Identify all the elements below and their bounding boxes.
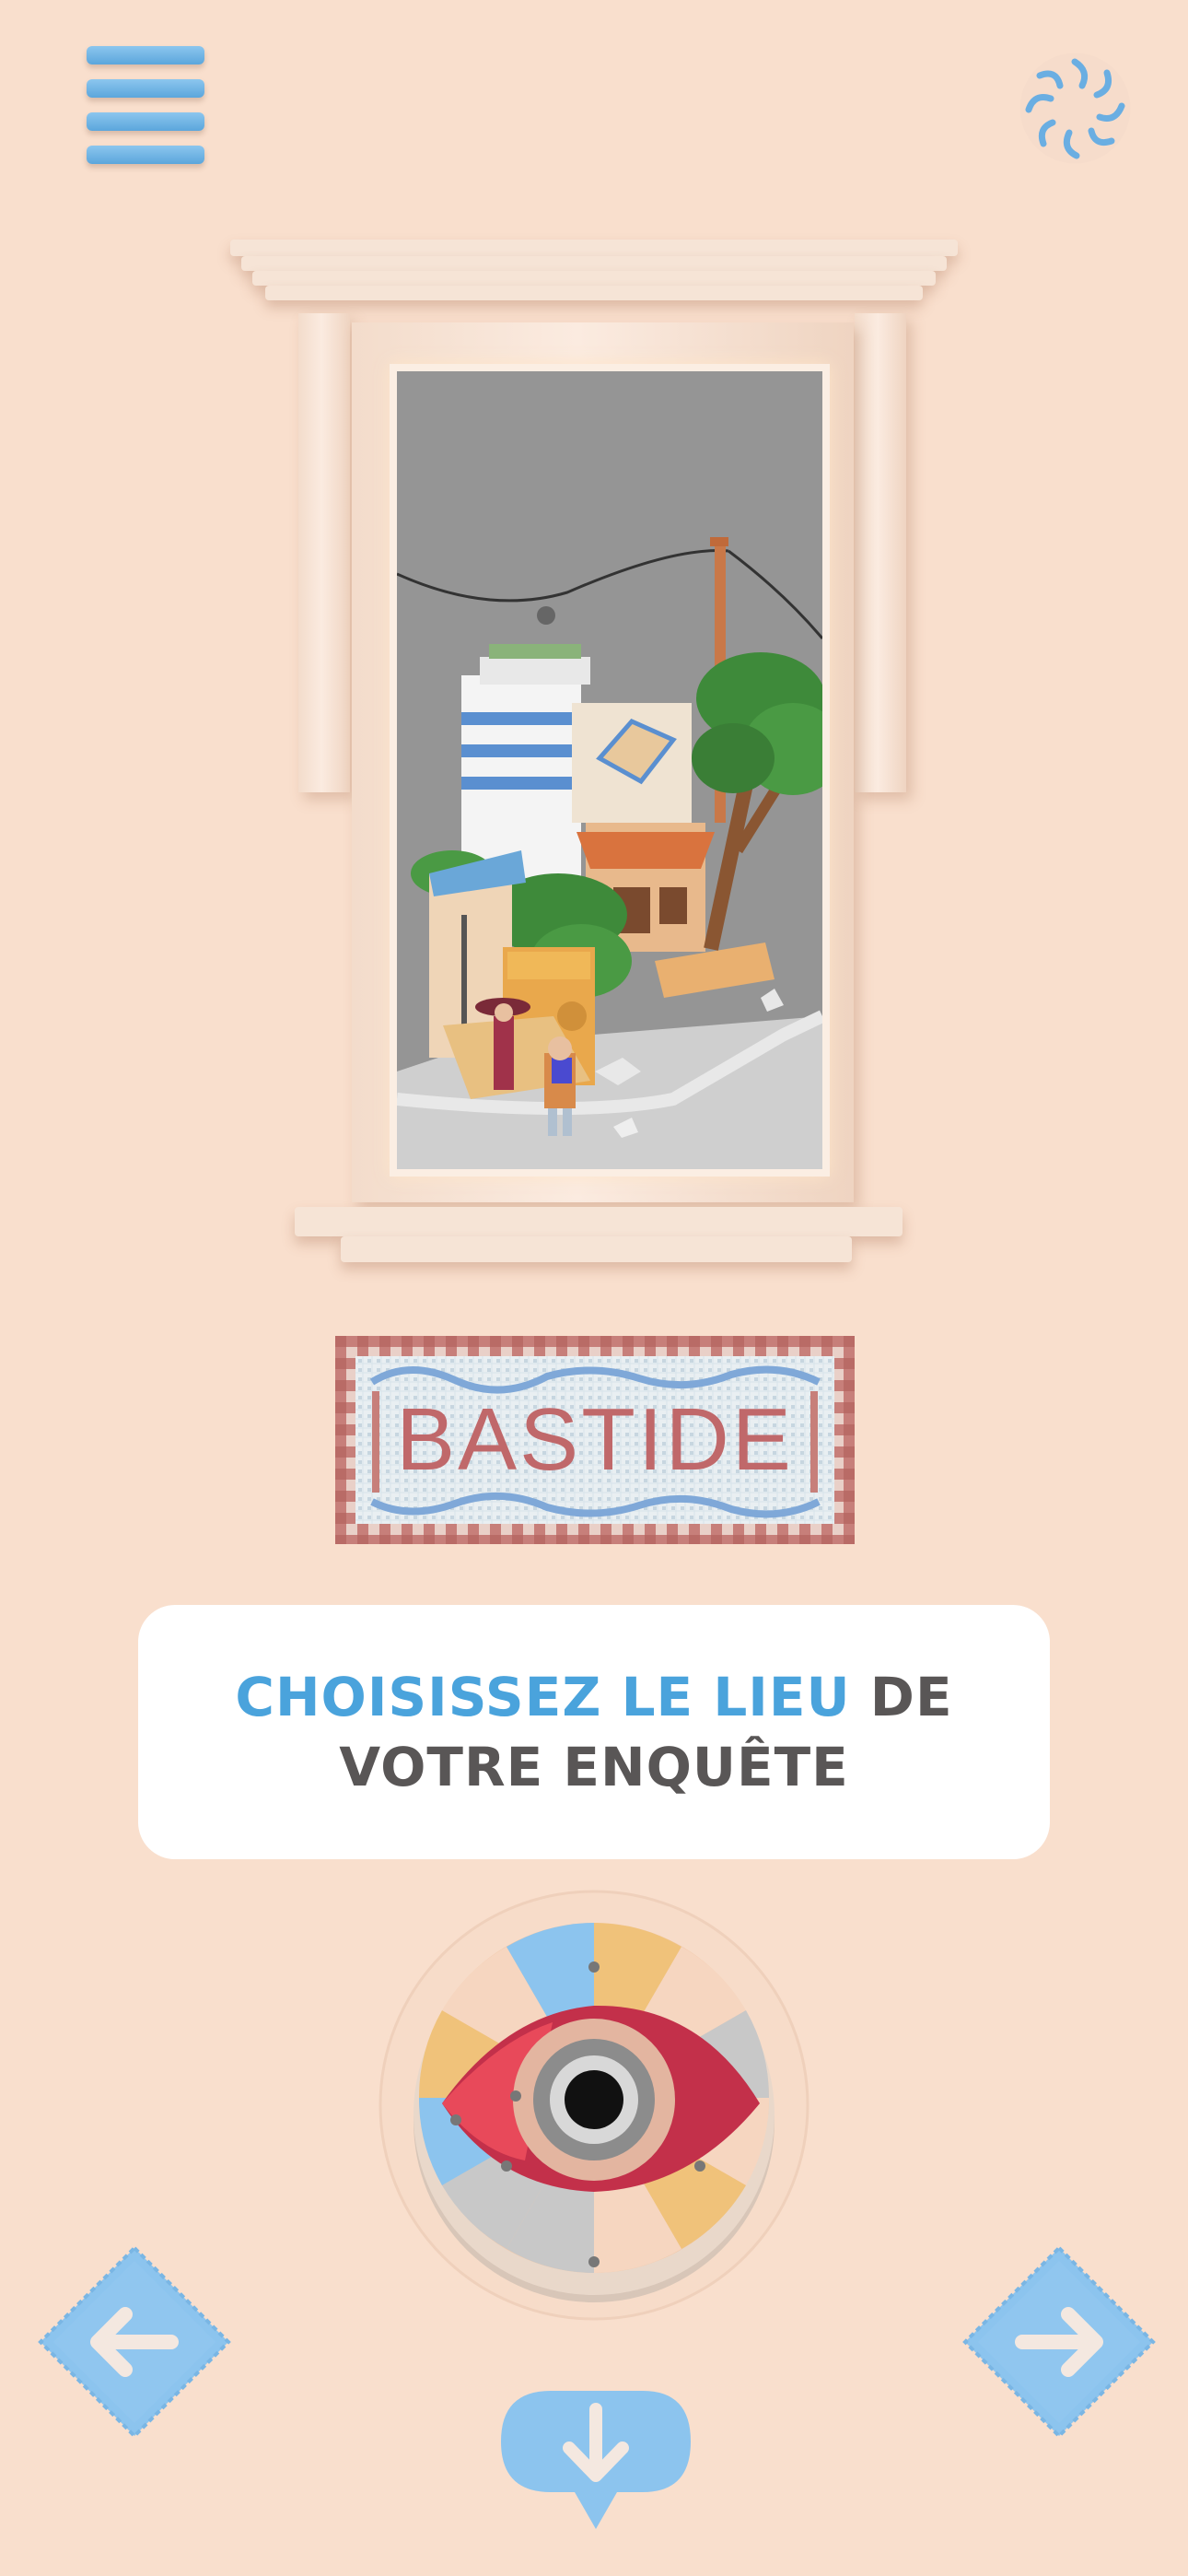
window-cornice [230, 240, 958, 256]
menu-bar [87, 79, 204, 98]
neighborhood-diorama [390, 364, 830, 1177]
window-sill [295, 1207, 903, 1236]
window-cornice [265, 286, 923, 300]
menu-bar [87, 146, 204, 164]
next-location-button[interactable] [958, 2241, 1160, 2443]
prompt-highlight: CHOISISSEZ LE LIEU [235, 1666, 851, 1728]
arrow-left-icon [38, 2245, 231, 2439]
window-cornice [252, 271, 936, 286]
menu-bar [87, 46, 204, 64]
arrow-right-icon [962, 2245, 1156, 2439]
window-shutter-right [855, 313, 906, 792]
window-sill [341, 1236, 852, 1262]
menu-button[interactable] [87, 46, 208, 166]
location-window[interactable] [221, 240, 976, 1271]
eye-dial-button[interactable] [368, 1884, 820, 2345]
diorama-illustration [397, 371, 822, 1169]
prompt-line-1: CHOISISSEZ LE LIEU DE [235, 1662, 952, 1732]
location-name-text: BASTIDE [396, 1390, 794, 1489]
window-cornice [241, 256, 947, 271]
swirl-settings-icon [1019, 53, 1131, 164]
previous-location-button[interactable] [33, 2241, 236, 2443]
prompt-line-2: VOTRE ENQUÊTE [339, 1736, 849, 1798]
arrow-down-icon [501, 2391, 691, 2529]
prompt-line-1-rest: DE [850, 1666, 953, 1728]
location-name-sign: BASTIDE [335, 1336, 855, 1544]
scroll-down-button[interactable] [495, 2382, 696, 2536]
prompt-card: CHOISISSEZ LE LIEU DE VOTRE ENQUÊTE [138, 1605, 1050, 1859]
menu-bar [87, 112, 204, 131]
settings-button[interactable] [1018, 51, 1133, 166]
window-shutter-left [298, 313, 350, 792]
